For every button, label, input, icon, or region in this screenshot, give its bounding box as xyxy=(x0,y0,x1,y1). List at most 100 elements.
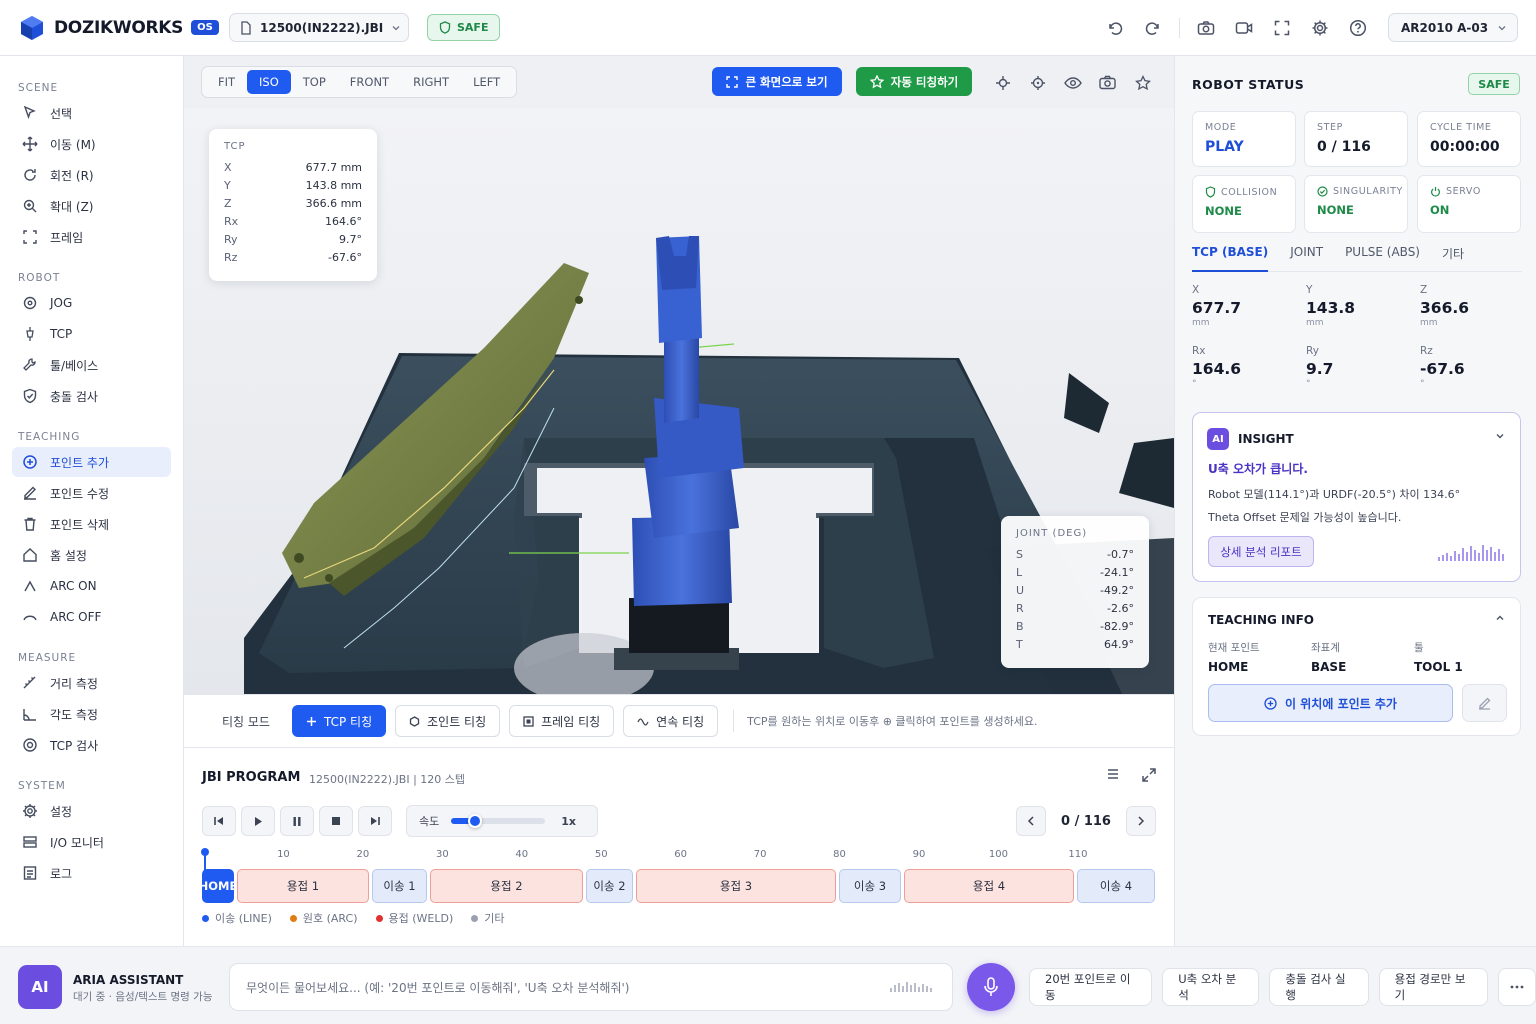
frame-teach-button[interactable]: 프레임 티칭 xyxy=(509,705,615,737)
chevron-down-icon[interactable] xyxy=(1494,430,1506,442)
quick-command-chip[interactable]: 충돌 검사 실행 xyxy=(1269,968,1369,1006)
fullscreen-view-button[interactable]: 큰 화면으로 보기 xyxy=(712,67,842,96)
camera-icon[interactable] xyxy=(1194,16,1218,40)
stat-label: SINGULARITY xyxy=(1333,186,1403,197)
file-selector[interactable]: 12500(IN2222).JBI xyxy=(229,13,409,42)
view-tab[interactable]: FIT xyxy=(206,70,247,94)
timeline-segment[interactable]: 용접 2 xyxy=(430,869,583,903)
undo-icon[interactable] xyxy=(1103,16,1127,40)
coord-tab[interactable]: JOINT xyxy=(1290,242,1323,272)
quick-command-chip[interactable]: U축 오차 분석 xyxy=(1162,968,1260,1006)
sidebar-item[interactable]: 설정 xyxy=(12,796,171,826)
add-point-here-button[interactable]: 이 위치에 포인트 추가 xyxy=(1208,684,1453,722)
quick-command-chip[interactable]: 용접 경로만 보기 xyxy=(1378,968,1488,1006)
view-tab[interactable]: ISO xyxy=(247,70,291,94)
timeline-segment[interactable]: 이송 1 xyxy=(372,869,427,903)
prev-step-button[interactable] xyxy=(1016,806,1046,836)
list-icon[interactable] xyxy=(1106,768,1120,782)
singularity-stat: SINGULARITY NONE xyxy=(1304,175,1408,233)
sidebar-item[interactable]: 확대 (Z) xyxy=(12,191,171,221)
timeline-segment[interactable]: 이송 4 xyxy=(1077,869,1155,903)
sidebar-item[interactable]: 프레임 xyxy=(12,222,171,252)
timeline-segment[interactable]: 용접 4 xyxy=(904,869,1074,903)
view-tab[interactable]: TOP xyxy=(291,70,338,94)
sidebar-item-label: 각도 측정 xyxy=(50,707,98,722)
sidebar-item[interactable]: 이동 (M) xyxy=(12,129,171,159)
coord-tab[interactable]: PULSE (ABS) xyxy=(1345,242,1420,272)
assistant-input[interactable]: 무엇이든 물어보세요... (예: '20번 포인트로 이동해줘', 'U축 오… xyxy=(229,963,953,1011)
crosshair-icon[interactable] xyxy=(992,72,1013,93)
coord-tab[interactable]: TCP (BASE) xyxy=(1192,242,1269,272)
legend-label: 용접 (WELD) xyxy=(388,912,454,925)
timeline-segment[interactable]: 용접 1 xyxy=(237,869,369,903)
sidebar-item[interactable]: ARC ON xyxy=(12,571,171,601)
teach-mode-label: 티칭 모드 xyxy=(222,714,270,729)
quick-command-chip[interactable]: 20번 포인트로 이동 xyxy=(1029,968,1153,1006)
expand-icon[interactable] xyxy=(1142,768,1156,782)
continuous-teach-button[interactable]: 연속 티칭 xyxy=(623,705,719,737)
timeline-segment[interactable]: 이송 2 xyxy=(586,869,633,903)
snapshot-icon[interactable] xyxy=(1097,72,1118,93)
sidebar-item[interactable]: 거리 측정 xyxy=(12,668,171,698)
view-tab[interactable]: RIGHT xyxy=(401,70,461,94)
timeline-segment[interactable]: 용접 3 xyxy=(636,869,836,903)
next-step-button[interactable] xyxy=(1126,806,1156,836)
sidebar-item[interactable]: 포인트 추가 xyxy=(12,447,171,477)
timeline-segment[interactable]: 이송 3 xyxy=(839,869,901,903)
joint-teach-button[interactable]: 조인트 티칭 xyxy=(395,705,501,737)
speed-slider-knob[interactable] xyxy=(467,814,482,828)
sidebar-item[interactable]: 충돌 검사 xyxy=(12,381,171,411)
auto-teach-button[interactable]: 자동 티칭하기 xyxy=(856,67,972,96)
sidebar-item[interactable]: 홈 설정 xyxy=(12,540,171,570)
view-tab[interactable]: LEFT xyxy=(461,70,512,94)
tcp-teach-button[interactable]: TCP 티칭 xyxy=(291,705,387,737)
chevron-up-icon[interactable] xyxy=(1494,612,1506,624)
robot-selector[interactable]: AR2010 A-03 xyxy=(1388,13,1518,42)
play-button[interactable] xyxy=(241,806,275,836)
skip-end-button[interactable] xyxy=(358,806,392,836)
pause-button[interactable] xyxy=(280,806,314,836)
assistant-status: 대기 중 · 음성/텍스트 명령 가능 xyxy=(73,991,213,1003)
coord-label: X xyxy=(1192,284,1200,296)
fullscreen-icon[interactable] xyxy=(1270,16,1294,40)
gear-icon[interactable] xyxy=(1308,16,1332,40)
sidebar-item[interactable]: ARC OFF xyxy=(12,602,171,632)
redo-icon[interactable] xyxy=(1141,16,1165,40)
focus-icon[interactable] xyxy=(1027,72,1048,93)
edit-icon xyxy=(22,485,38,501)
more-options-button[interactable] xyxy=(1497,968,1536,1006)
sidebar-item[interactable]: 선택 xyxy=(12,98,171,128)
row-value: -0.7° xyxy=(1107,547,1134,561)
detail-report-button[interactable]: 상세 분석 리포트 xyxy=(1208,536,1314,567)
edit-point-button[interactable] xyxy=(1462,684,1507,722)
coord-tab[interactable]: 기타 xyxy=(1442,242,1464,272)
stop-button[interactable] xyxy=(319,806,353,836)
collision-stat: COLLISION NONE xyxy=(1192,175,1296,233)
sidebar-item[interactable]: I/O 모니터 xyxy=(12,827,171,857)
sidebar-item[interactable]: 툴/베이스 xyxy=(12,350,171,380)
skip-start-button[interactable] xyxy=(202,806,236,836)
sidebar-item[interactable]: 포인트 삭제 xyxy=(12,509,171,539)
sidebar-item[interactable]: TCP 검사 xyxy=(12,730,171,760)
sidebar-item[interactable]: JOG xyxy=(12,288,171,318)
video-icon[interactable] xyxy=(1232,16,1256,40)
view-tab[interactable]: FRONT xyxy=(338,70,401,94)
help-icon[interactable] xyxy=(1346,16,1370,40)
sidebar-item[interactable]: 포인트 수정 xyxy=(12,478,171,508)
legend-item: 기타 xyxy=(471,910,505,926)
eye-icon[interactable] xyxy=(1062,72,1083,93)
speed-slider[interactable] xyxy=(451,814,546,828)
timeline-segment[interactable]: HOME xyxy=(202,869,234,903)
microphone-button[interactable] xyxy=(967,963,1015,1011)
sidebar-item[interactable]: 각도 측정 xyxy=(12,699,171,729)
sidebar-item[interactable]: 로그 xyxy=(12,858,171,888)
3d-viewport[interactable]: FIT ISO TOP FRONT RIGHT LEFT 큰 화면으로 보기 자동 티칭하… xyxy=(184,56,1174,694)
info-value: HOME xyxy=(1208,660,1249,674)
step-stat: STEP 0 / 116 xyxy=(1304,111,1408,167)
row-key: X xyxy=(224,160,232,174)
shield-icon xyxy=(439,21,451,34)
sidebar-item[interactable]: TCP xyxy=(12,319,171,349)
coord-number: 143.8 xyxy=(1306,299,1356,317)
sidebar-item[interactable]: 회전 (R) xyxy=(12,160,171,190)
favorite-star-icon[interactable] xyxy=(1132,72,1153,93)
